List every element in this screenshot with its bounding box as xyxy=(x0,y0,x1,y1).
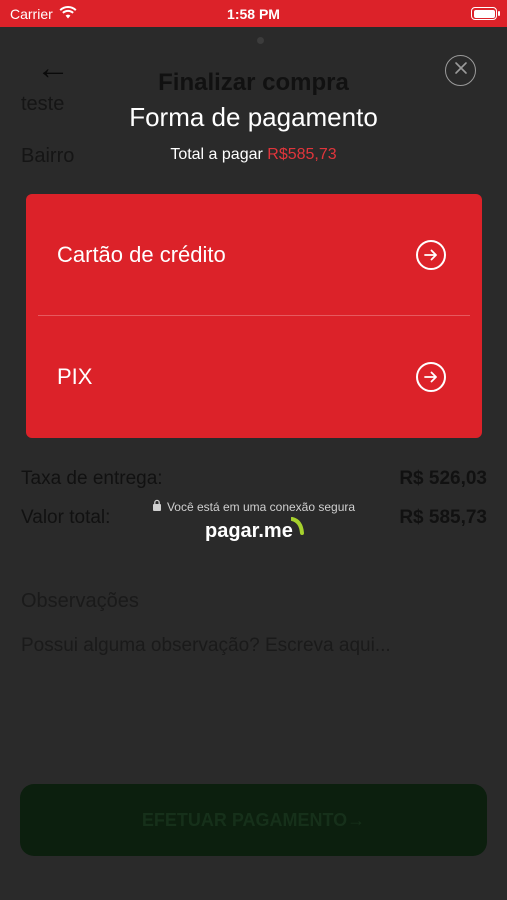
close-modal-button[interactable] xyxy=(445,55,476,86)
battery-icon xyxy=(471,7,500,20)
payment-option-credit-card[interactable]: Cartão de crédito xyxy=(26,194,482,316)
pagarme-logo: pagar.me xyxy=(205,513,305,543)
secure-connection-text: Você está em uma conexão segura xyxy=(166,499,356,514)
delivery-fee-value: R$ 526,03 xyxy=(399,468,487,489)
pagarme-brand-text: pagar.me xyxy=(205,520,293,542)
payment-option-label: PIX xyxy=(57,364,93,389)
arrow-right-circle-icon xyxy=(416,362,446,392)
sheet-grabber xyxy=(257,37,264,44)
total-prefix: Total a pagar xyxy=(170,146,263,163)
modal-total: Total a pagar R$585,73 xyxy=(0,146,507,164)
status-time: 1:58 PM xyxy=(227,5,280,22)
bg-page-title: Finalizar compra xyxy=(158,69,349,96)
bg-header: ← Finalizar compra xyxy=(0,47,507,96)
secure-connection-note: Você está em uma conexão segura xyxy=(0,499,507,514)
close-icon xyxy=(454,61,468,80)
arrow-right-circle-icon xyxy=(416,240,446,270)
make-payment-button[interactable]: EFETUAR PAGAMENTO→ xyxy=(20,784,487,856)
delivery-fee-label: Taxa de entrega: xyxy=(21,468,163,489)
notes-input[interactable]: Possui alguma observação? Escreva aqui..… xyxy=(21,635,391,657)
bg-delivery-fee-row: Taxa de entrega: R$ 526,03 xyxy=(21,468,487,490)
payment-option-pix[interactable]: PIX xyxy=(26,316,482,438)
payment-option-label: Cartão de crédito xyxy=(57,242,226,267)
pagarme-swoosh-icon xyxy=(290,517,304,535)
payment-options-card: Cartão de crédito PIX xyxy=(26,194,482,438)
status-bar: Carrier 1:58 PM xyxy=(0,0,507,27)
lock-icon xyxy=(152,499,162,514)
notes-label: Observações xyxy=(21,590,139,612)
total-amount: R$585,73 xyxy=(267,146,337,163)
modal-title: Forma de pagamento xyxy=(129,102,378,132)
